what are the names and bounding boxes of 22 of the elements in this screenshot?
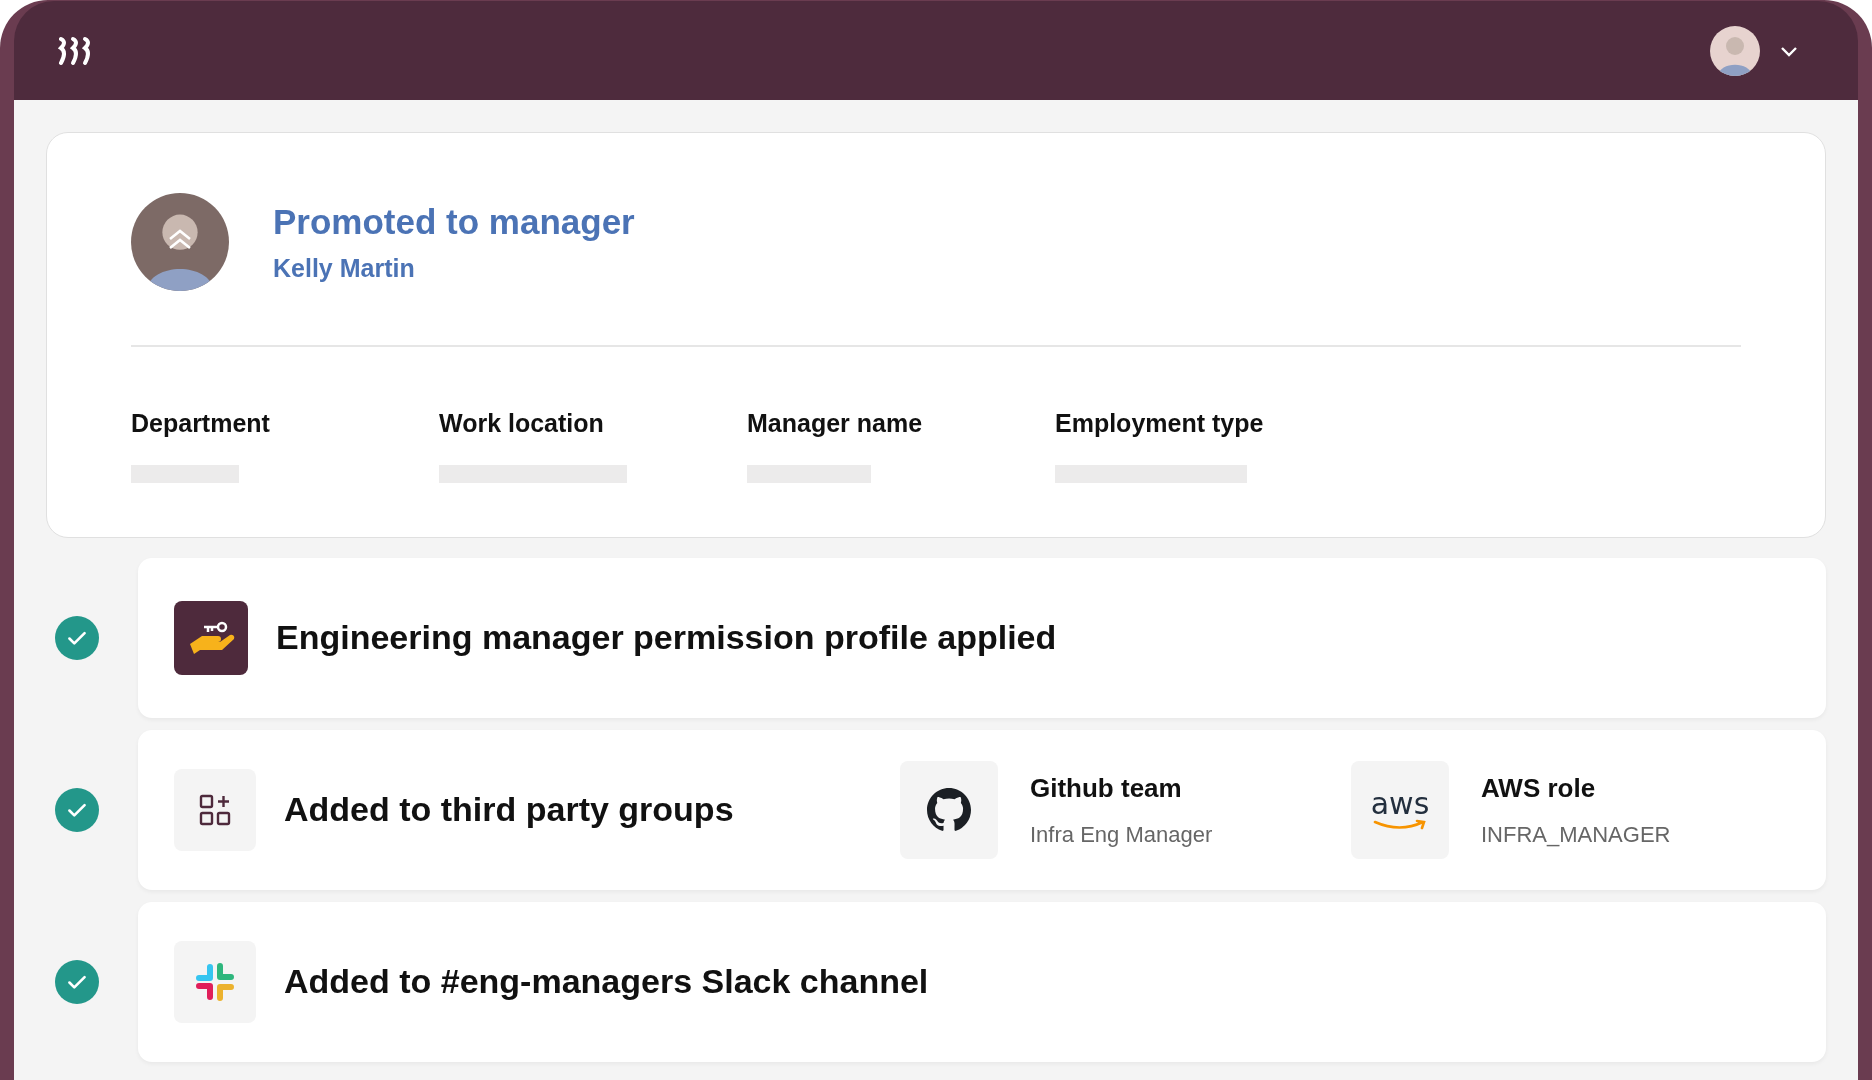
task-text: Added to third party groups <box>284 789 734 830</box>
github-logo-icon <box>900 760 998 859</box>
app-value: INFRA_MANAGER <box>1481 820 1671 849</box>
task-text: Added to #eng-managers Slack channel <box>284 961 929 1002</box>
hand-key-icon <box>174 600 248 675</box>
caret-icon[interactable] <box>1780 44 1798 57</box>
user-avatar <box>1710 25 1760 76</box>
app-value: Infra Eng Manager <box>1030 820 1213 849</box>
field-label: Employment type <box>1055 408 1265 439</box>
field-label: Work location <box>439 408 605 439</box>
field-label: Manager name <box>747 408 924 439</box>
double-chevron-icon <box>168 229 192 251</box>
smile-arrow-icon <box>1373 818 1427 831</box>
grid-plus-icon <box>174 768 256 851</box>
task-text: Engineering manager permission profile applied <box>276 617 1057 658</box>
app-name: AWS role <box>1481 771 1597 805</box>
app-name: Github team <box>1030 771 1183 805</box>
slack-logo-icon <box>174 940 256 1023</box>
event-title: Promoted to manager <box>273 200 635 243</box>
field-label: Department <box>131 408 271 439</box>
logo-text: aws <box>1370 788 1430 819</box>
employee-name: Kelly Martin <box>273 253 416 285</box>
